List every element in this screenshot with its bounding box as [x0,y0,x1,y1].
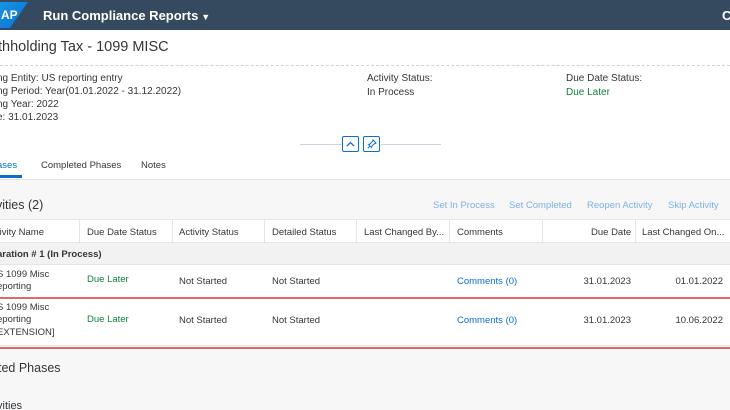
sap-logo[interactable]: AP [0,2,28,28]
tabs-divider [0,179,730,180]
col-separator [449,220,450,244]
page-title: thholding Tax - 1099 MISC [0,39,169,55]
col-last-changed-on[interactable]: Last Changed On... [642,227,724,238]
skip-activity-button[interactable]: Skip Activity [668,200,719,211]
activity-status-cell: Not Started [179,315,228,326]
completed-phases-title: ted Phases [0,361,61,375]
activity-status-cell: Not Started [179,276,228,287]
activity-name-line: S 1099 Misc [0,302,50,313]
col-separator [172,220,173,244]
chevron-up-icon[interactable] [342,136,359,152]
tab-bar: ases Completed Phases Notes [0,158,730,180]
table-header: tivity Name Due Date Status Activity Sta… [0,219,730,244]
due-date-status-value: Due Later [566,87,610,98]
tab-phases[interactable]: ases [0,160,17,171]
object-header: thholding Tax - 1099 MISC ng Entity: US … [0,30,730,180]
attr-year: ng Year: 2022 [0,99,59,110]
table-row[interactable]: S 1099 Misc eporting EXTENSION] Due Late… [0,299,730,346]
activity-status-label: Activity Status: [367,73,433,84]
app-title-menu[interactable]: Run Compliance Reports ▼ [43,8,210,23]
attr-date: e: 31.01.2023 [0,112,59,123]
tab-notes[interactable]: Notes [141,160,166,171]
activity-name-line: EXTENSION] [0,327,55,338]
col-activity-status[interactable]: Activity Status [179,227,239,238]
col-comments[interactable]: Comments [457,227,503,238]
last-changed-on-cell: 01.01.2022 [675,276,723,287]
comments-link[interactable]: Comments (0) [457,276,517,288]
col-separator [264,220,265,244]
attr-period: ng Period: Year(01.01.2022 - 31.12.2022) [0,86,182,97]
due-date-cell: 31.01.2023 [583,315,631,326]
col-detailed-status[interactable]: Detailed Status [272,227,336,238]
comments-link[interactable]: Comments (0) [457,315,517,327]
collapse-line-right [381,144,441,145]
shell-right-glyph[interactable]: C [722,8,730,23]
due-date-status-cell: Due Later [87,314,129,325]
pin-icon[interactable] [363,136,380,152]
tab-phases-label: ases [0,160,18,171]
group-header-row[interactable]: aration # 1 (In Process) [0,243,730,265]
highlight-line [0,347,730,349]
col-separator [79,220,80,244]
set-in-process-button[interactable]: Set In Process [433,200,495,211]
col-due-date-status[interactable]: Due Date Status [87,227,157,238]
activity-status-value: In Process [367,87,415,98]
col-separator [635,220,636,244]
tab-completed-phases[interactable]: Completed Phases [41,160,121,171]
activity-name-line: eporting [0,281,32,292]
shell-bar: AP Run Compliance Reports ▼ C [0,0,730,30]
due-date-cell: 31.01.2023 [583,276,631,287]
header-divider [0,65,730,66]
col-due-date[interactable]: Due Date [591,227,631,238]
set-completed-button[interactable]: Set Completed [509,200,572,211]
due-date-status-label: Due Date Status: [566,73,643,84]
col-separator [542,220,543,244]
table-row[interactable]: S 1099 Misc eporting Due Later Not Start… [0,265,730,298]
col-last-changed-by[interactable]: Last Changed By... [364,227,444,238]
attr-entity: ng Entity: US reporting entry [0,73,123,84]
col-separator [356,220,357,244]
app-title: Run Compliance Reports [43,8,199,23]
activity-name-line: eporting [0,314,32,325]
completed-activities-title: vities [0,400,23,410]
tab-notes-label: Notes [141,160,166,171]
caret-down-icon: ▼ [201,12,211,22]
tab-completed-phases-label: Completed Phases [41,160,122,171]
col-activity-name[interactable]: tivity Name [0,227,44,238]
last-changed-on-cell: 10.06.2022 [675,315,723,326]
activity-name-line: S 1099 Misc [0,269,50,280]
activities-title: vities (2) [0,198,44,212]
tab-selected-indicator [0,175,22,178]
detailed-status-cell: Not Started [272,276,321,287]
collapse-line-left [300,144,342,145]
detailed-status-cell: Not Started [272,315,321,326]
group-header-label: aration # 1 (In Process) [0,249,102,260]
reopen-activity-button[interactable]: Reopen Activity [587,200,652,211]
due-date-status-cell: Due Later [87,274,129,285]
